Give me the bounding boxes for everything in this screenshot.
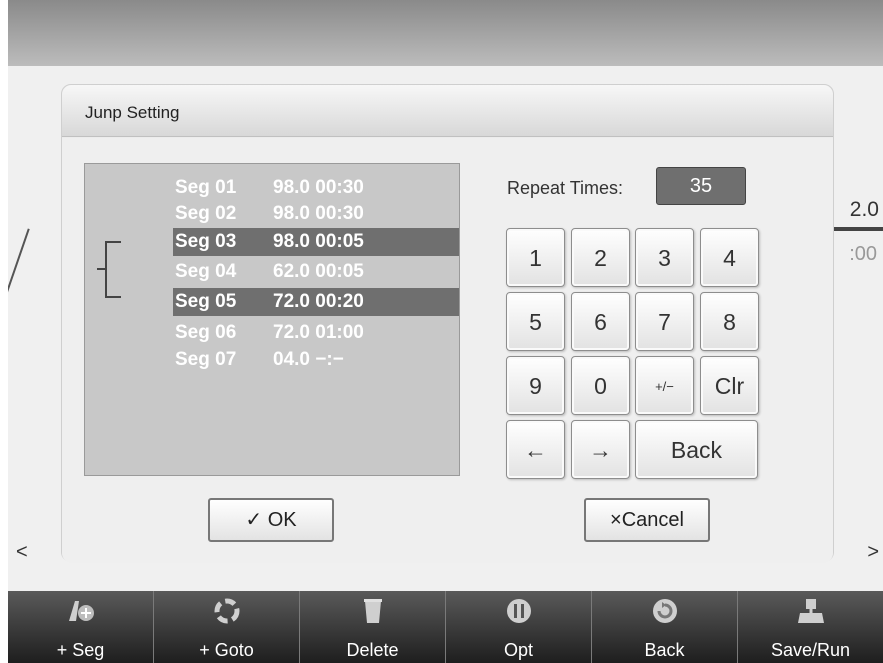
dialog-header: Junp Setting <box>62 85 833 137</box>
back-button[interactable]: Back <box>592 591 738 663</box>
tool-label: Save/Run <box>770 640 851 660</box>
segment-row-03[interactable]: Seg 03 98.0 00:05 <box>173 228 459 256</box>
tool-label: + Seg <box>56 640 105 660</box>
repeat-times-label: Repeat Times: <box>507 178 624 198</box>
goto-icon <box>212 597 242 625</box>
key-6[interactable]: 6 <box>571 292 630 351</box>
key-1[interactable]: 1 <box>506 228 565 287</box>
tool-label: Opt <box>503 640 533 660</box>
add-goto-button[interactable]: + Goto <box>154 591 300 663</box>
opt-button[interactable]: Opt <box>446 591 592 663</box>
graph-underline <box>831 227 883 231</box>
top-bar <box>8 0 883 66</box>
graph-time: :00 <box>849 243 877 265</box>
save-run-button[interactable]: Save/Run <box>738 591 883 663</box>
key-right-arrow[interactable]: → <box>571 420 630 479</box>
repeat-times-field[interactable]: 35 <box>656 167 746 205</box>
segment-row-02[interactable]: Seg 02 98.0 00:30 <box>173 200 459 228</box>
tool-label: Delete <box>346 640 399 660</box>
jump-bracket-tick <box>97 268 105 270</box>
pause-icon <box>504 597 534 625</box>
jump-bracket <box>105 241 121 298</box>
bottom-toolbar: + Seg + Goto Delete Opt Back Save/Run <box>8 591 883 663</box>
tool-label: + Goto <box>199 640 254 660</box>
key-left-arrow[interactable]: ← <box>506 420 565 479</box>
nav-right-arrow[interactable]: > <box>867 541 879 564</box>
segment-row-05[interactable]: Seg 05 72.0 00:20 <box>173 288 459 316</box>
dialog-title: Junp Setting <box>85 103 180 122</box>
key-7[interactable]: 7 <box>635 292 694 351</box>
ok-button[interactable]: ✓ OK <box>208 498 334 542</box>
key-8[interactable]: 8 <box>700 292 759 351</box>
segment-row-06[interactable]: Seg 06 72.0 01:00 <box>173 319 459 347</box>
key-2[interactable]: 2 <box>571 228 630 287</box>
add-segment-button[interactable]: + Seg <box>8 591 154 663</box>
key-9[interactable]: 9 <box>506 356 565 415</box>
segment-row-07[interactable]: Seg 07 04.0 −:− <box>173 346 459 374</box>
key-3[interactable]: 3 <box>635 228 694 287</box>
key-5[interactable]: 5 <box>506 292 565 351</box>
jump-setting-dialog: Junp Setting Seg 01 98.0 00:30 Seg 02 98.0… <box>61 84 834 563</box>
key-plus-minus[interactable]: +/− <box>635 356 694 415</box>
cancel-button[interactable]: ×Cancel <box>584 498 710 542</box>
screen: 2.0 :00 < > Junp Setting Seg 01 98.0 00:3… <box>8 0 883 663</box>
segment-list: Seg 01 98.0 00:30 Seg 02 98.0 00:30 Seg 03… <box>84 163 460 476</box>
key-0[interactable]: 0 <box>571 356 630 415</box>
trash-icon <box>358 597 388 625</box>
save-run-icon <box>796 597 826 625</box>
nav-left-arrow[interactable]: < <box>16 541 28 564</box>
key-clear[interactable]: Clr <box>700 356 759 415</box>
tool-label: Back <box>644 640 685 660</box>
graph-value: 2.0 <box>849 198 879 221</box>
add-segment-icon <box>66 597 96 625</box>
segment-row-01[interactable]: Seg 01 98.0 00:30 <box>173 174 459 202</box>
segment-row-04[interactable]: Seg 04 62.0 00:05 <box>173 258 459 286</box>
back-icon <box>650 597 680 625</box>
key-back[interactable]: Back <box>635 420 758 479</box>
delete-button[interactable]: Delete <box>300 591 446 663</box>
dialog-body: Seg 01 98.0 00:30 Seg 02 98.0 00:30 Seg 03… <box>62 138 833 563</box>
key-4[interactable]: 4 <box>700 228 759 287</box>
